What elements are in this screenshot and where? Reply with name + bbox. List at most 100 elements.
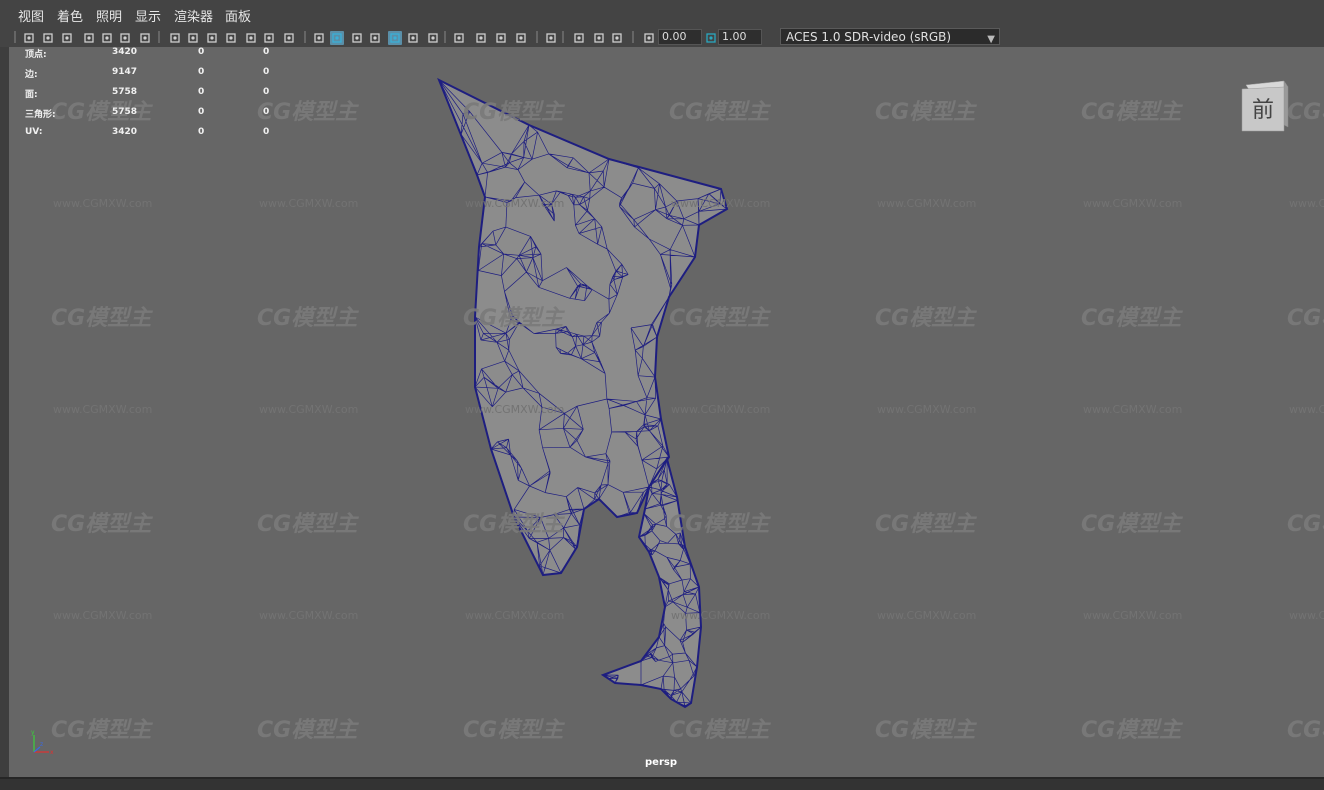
color-management-icon[interactable] [704, 30, 718, 44]
camera-attributes-icon[interactable] [41, 30, 55, 44]
hud-label: 三角形: [25, 110, 56, 120]
watermark-logo: CG模型主 [257, 100, 358, 125]
hud-value: 0 [198, 127, 205, 137]
film-gate-icon[interactable] [168, 30, 182, 44]
hud-value: 0 [198, 107, 205, 117]
watermark-logo: CG模型主 [669, 512, 770, 537]
hud-label: 边: [25, 70, 38, 80]
left-panel-edge [0, 47, 9, 790]
depth-of-field-icon[interactable] [592, 30, 606, 44]
watermark-url: www.CGMXW.com [1083, 197, 1183, 210]
shaded-wireframe-icon[interactable] [350, 30, 364, 44]
wireframe-icon[interactable] [282, 30, 296, 44]
viewport-toolbar: 0.00 1.00 [0, 28, 1324, 47]
grid-icon[interactable] [138, 30, 152, 44]
watermark-logo: CG模型主 [875, 512, 976, 537]
watermark-logo: CG模型主 [1081, 512, 1182, 537]
textured-icon[interactable] [368, 30, 382, 44]
watermark-logo: CG模型主 [669, 306, 770, 331]
watermark-logo: CG模型主 [669, 100, 770, 125]
menu-item-1[interactable]: 着色 [57, 6, 83, 25]
grease-pencil-icon[interactable] [118, 30, 132, 44]
safe-title-icon[interactable] [262, 30, 276, 44]
backface-culling-icon[interactable] [494, 30, 508, 44]
hud-value: 0 [198, 67, 205, 77]
watermark-logo: CG模型主 [257, 718, 358, 743]
hud-value: 5758 [112, 107, 138, 117]
watermark-url: www.CGMXW.com [259, 403, 359, 416]
color-space-value: ACES 1.0 SDR-video (sRGB) [786, 30, 952, 44]
toolbar-separator [444, 31, 446, 43]
hud-value: 3420 [112, 127, 138, 137]
watermark-url: www.CGMXW.com [1083, 609, 1183, 622]
field-chart-icon[interactable] [224, 30, 238, 44]
watermark-logo: CG模型主 [875, 100, 976, 125]
watermark-logo: CG模型主 [257, 306, 358, 331]
multisample-aa-icon[interactable] [572, 30, 586, 44]
watermark-logo: CG模型主 [1081, 100, 1182, 125]
motion-blur-icon[interactable] [544, 30, 558, 44]
watermark-url: www.CGMXW.com [1083, 403, 1183, 416]
toolbar-separator [304, 31, 306, 43]
watermark-url: www.CGMXW.com [671, 609, 771, 622]
watermark-logo: CG模型主 [463, 306, 564, 331]
watermark-url: www.CGMXW.com [465, 609, 565, 622]
watermark-url: www.CGMXW.com [877, 197, 977, 210]
watermark-logo: CG模型主 [257, 512, 358, 537]
3d-viewport[interactable]: CG模型主 www.CGMXW.com CG模型主 www.CGMXW.com CG模型… [9, 47, 1324, 777]
hud-value: 0 [263, 47, 270, 57]
menu-item-5[interactable]: 面板 [225, 6, 251, 25]
gamma-icon[interactable] [642, 30, 656, 44]
lighting-icon[interactable] [388, 30, 402, 45]
resolution-gate-icon[interactable] [186, 30, 200, 44]
watermark-logo: CG模型主 [1287, 306, 1324, 331]
xray-joints-icon[interactable] [474, 30, 488, 44]
toolbar-separator [536, 31, 538, 43]
image-plane-icon[interactable] [82, 30, 96, 44]
menu-item-3[interactable]: 显示 [135, 6, 161, 25]
menu-item-4[interactable]: 渲染器 [174, 6, 213, 25]
watermark-url: www.CGMXW.com [465, 403, 565, 416]
gamma-field[interactable]: 1.00 [718, 29, 762, 45]
watermark-logo: CG模型主 [51, 512, 152, 537]
chevron-down-icon: ▼ [987, 34, 995, 45]
viewcube[interactable]: 前 [1240, 79, 1290, 133]
safe-action-icon[interactable] [244, 30, 258, 44]
watermark-url: www.CGMXW.com [671, 197, 771, 210]
gate-mask-icon[interactable] [205, 30, 219, 44]
watermark-logo: CG模型主 [1081, 306, 1182, 331]
watermark-logo: CG模型主 [1287, 718, 1324, 743]
exposure-field[interactable]: 0.00 [658, 29, 702, 45]
default-material-icon[interactable] [330, 30, 344, 45]
toolbar-separator [562, 31, 564, 43]
toolbar-separator [158, 31, 160, 43]
xray-icon[interactable] [452, 30, 466, 44]
svg-text:z: z [40, 741, 43, 748]
screen-space-ao-icon[interactable] [514, 30, 528, 44]
isolate-select-icon[interactable] [426, 30, 440, 44]
hud-value: 0 [263, 67, 270, 77]
watermark-url: www.CGMXW.com [877, 609, 977, 622]
watermark-url: www.CGMXW.com [259, 609, 359, 622]
shadows-icon[interactable] [406, 30, 420, 44]
menu-item-0[interactable]: 视图 [18, 6, 44, 25]
menu-item-2[interactable]: 照明 [96, 6, 122, 25]
hud-label: 顶点: [25, 50, 47, 60]
hud-value: 5758 [112, 87, 138, 97]
bookmark-icon[interactable] [60, 30, 74, 44]
hud-value: 0 [263, 107, 270, 117]
watermark-url: www.CGMXW.com [259, 197, 359, 210]
timeline-strip [0, 777, 1324, 790]
smooth-shade-icon[interactable] [312, 30, 326, 44]
color-space-dropdown[interactable]: ACES 1.0 SDR-video (sRGB) ▼ [780, 28, 1000, 45]
exposure-icon[interactable] [610, 30, 624, 44]
watermark-logo: CG模型主 [1287, 100, 1324, 125]
watermark-logo: CG模型主 [669, 718, 770, 743]
watermark-url: www.CGMXW.com [1289, 197, 1324, 210]
toolbar-separator [14, 31, 16, 43]
hud-label: UV: [25, 127, 43, 137]
watermark-url: www.CGMXW.com [671, 403, 771, 416]
2d-pan-icon[interactable] [100, 30, 114, 44]
watermark-url: www.CGMXW.com [53, 197, 153, 210]
camera-icon[interactable] [22, 30, 36, 44]
